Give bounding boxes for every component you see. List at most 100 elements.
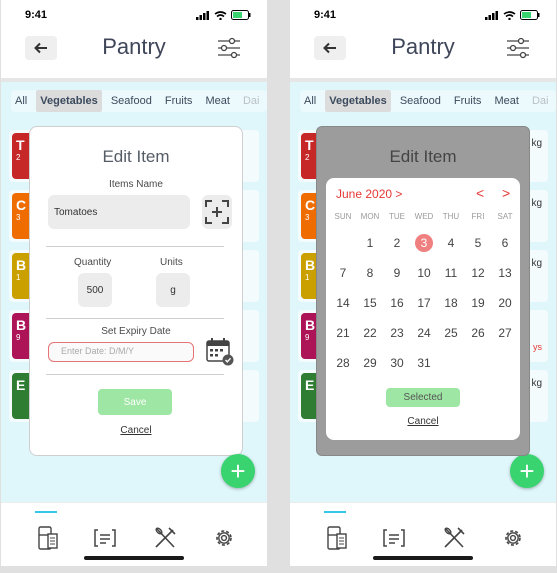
weekday-label: SAT — [497, 212, 513, 221]
sliders-icon — [218, 37, 240, 59]
calendar-day[interactable]: 28 — [330, 352, 356, 374]
filter-button[interactable] — [504, 34, 532, 62]
status-icons — [485, 10, 540, 20]
category-tabs: All Vegetables Seafood Fruits Meat Dai — [300, 90, 556, 112]
calendar-day-selected[interactable]: 3 — [411, 232, 437, 254]
tab-fruits[interactable]: Fruits — [450, 90, 486, 112]
selected-button[interactable]: Selected — [386, 388, 460, 407]
calendar-day[interactable]: 24 — [411, 322, 437, 344]
calendar-day[interactable]: 6 — [492, 232, 518, 254]
tab-vegetables[interactable]: Vegetables — [325, 90, 391, 112]
tab-settings[interactable] — [211, 525, 237, 551]
calendar-day[interactable]: 17 — [411, 292, 437, 314]
calendar-day[interactable]: 9 — [384, 262, 410, 284]
calendar-day[interactable]: 10 — [411, 262, 437, 284]
add-item-button[interactable]: + — [510, 454, 544, 488]
calendar-day[interactable]: 21 — [330, 322, 356, 344]
cancel-link[interactable]: Cancel — [326, 416, 520, 427]
calendar-day[interactable]: 14 — [330, 292, 356, 314]
previous-month-button[interactable]: < — [476, 185, 484, 201]
calendar-day[interactable]: 20 — [492, 292, 518, 314]
calendar-day[interactable]: 1 — [357, 232, 383, 254]
quantity-field[interactable]: 500 — [78, 273, 112, 307]
tab-pantry[interactable] — [324, 525, 350, 551]
scan-button[interactable] — [202, 195, 232, 229]
bottom-tab-bar — [290, 502, 556, 566]
tab-all[interactable]: All — [300, 90, 320, 112]
calendar-day[interactable]: 31 — [411, 352, 437, 374]
calendar-day[interactable]: 26 — [465, 322, 491, 344]
calendar-day[interactable]: 12 — [465, 262, 491, 284]
expiry-label: Set Expiry Date — [101, 326, 171, 337]
save-button[interactable]: Save — [98, 389, 172, 415]
tab-vegetables[interactable]: Vegetables — [36, 90, 102, 112]
app-header: Pantry — [290, 28, 556, 78]
units-label: Units — [160, 257, 183, 268]
fridge-icon — [38, 526, 58, 550]
calendar-day[interactable]: 22 — [357, 322, 383, 344]
section-divider — [46, 374, 224, 375]
weekday-label: TUE — [389, 212, 405, 221]
units-field[interactable]: g — [156, 273, 190, 307]
tab-settings[interactable] — [500, 525, 526, 551]
weekday-label: THU — [442, 212, 460, 221]
calendar-month-title[interactable]: June 2020 > — [336, 187, 402, 201]
cutlery-icon — [155, 527, 176, 548]
tab-recipes[interactable] — [152, 525, 178, 551]
section-divider — [46, 246, 224, 247]
tab-dairy[interactable]: Dai — [239, 90, 264, 112]
wifi-icon — [214, 10, 227, 20]
tab-dairy[interactable]: Dai — [528, 90, 553, 112]
active-tab-indicator — [35, 511, 57, 513]
calendar-day[interactable]: 19 — [465, 292, 491, 314]
next-month-button[interactable]: > — [502, 185, 510, 201]
calendar-day[interactable]: 18 — [438, 292, 464, 314]
calendar-day[interactable]: 30 — [384, 352, 410, 374]
tab-meat[interactable]: Meat — [201, 90, 233, 112]
calendar-day[interactable]: 8 — [357, 262, 383, 284]
calendar-day[interactable]: 5 — [465, 232, 491, 254]
expiry-date-input[interactable]: Enter Date: D/M/Y — [48, 342, 194, 362]
calendar-day[interactable]: 13 — [492, 262, 518, 284]
calendar-day[interactable]: 15 — [357, 292, 383, 314]
tab-list[interactable] — [381, 525, 407, 551]
calendar-day[interactable]: 23 — [384, 322, 410, 344]
tab-seafood[interactable]: Seafood — [396, 90, 445, 112]
calendar-day[interactable]: 11 — [438, 262, 464, 284]
tab-seafood[interactable]: Seafood — [107, 90, 156, 112]
calendar-day[interactable]: 7 — [330, 262, 356, 284]
calendar-day[interactable]: 16 — [384, 292, 410, 314]
status-icons — [196, 10, 251, 20]
calendar-day[interactable]: 27 — [492, 322, 518, 344]
tab-all[interactable]: All — [11, 90, 31, 112]
cancel-link[interactable]: Cancel — [30, 425, 242, 436]
calendar-day[interactable]: 2 — [384, 232, 410, 254]
fridge-icon — [327, 526, 347, 550]
gear-icon — [505, 530, 521, 546]
home-indicator — [84, 556, 184, 560]
list-icon — [383, 529, 405, 547]
date-picker: June 2020 > < > SUN MON TUE WED THU FRI SAT 1 2 3… — [326, 178, 520, 440]
tab-meat[interactable]: Meat — [490, 90, 522, 112]
quantity-label: Quantity — [74, 257, 112, 268]
calendar-day[interactable]: 25 — [438, 322, 464, 344]
tab-fruits[interactable]: Fruits — [161, 90, 197, 112]
cutlery-icon — [444, 527, 465, 548]
status-time: 9:41 — [25, 9, 48, 21]
scan-icon — [205, 200, 229, 224]
item-days-left: ys — [533, 342, 542, 352]
status-time: 9:41 — [314, 9, 337, 21]
calendar-day[interactable]: 29 — [357, 352, 383, 374]
list-icon — [94, 529, 116, 547]
tab-pantry[interactable] — [35, 525, 61, 551]
calendar-button[interactable] — [206, 337, 234, 367]
bottom-tab-bar — [1, 502, 267, 566]
edit-item-modal: Edit Item Items Name Tomatoes Quantity U… — [29, 126, 243, 456]
weekday-label: FRI — [471, 212, 485, 221]
calendar-day[interactable]: 4 — [438, 232, 464, 254]
add-item-button[interactable]: + — [221, 454, 255, 488]
item-name-input[interactable]: Tomatoes — [48, 195, 190, 229]
filter-button[interactable] — [215, 34, 243, 62]
tab-list[interactable] — [92, 525, 118, 551]
tab-recipes[interactable] — [441, 525, 467, 551]
